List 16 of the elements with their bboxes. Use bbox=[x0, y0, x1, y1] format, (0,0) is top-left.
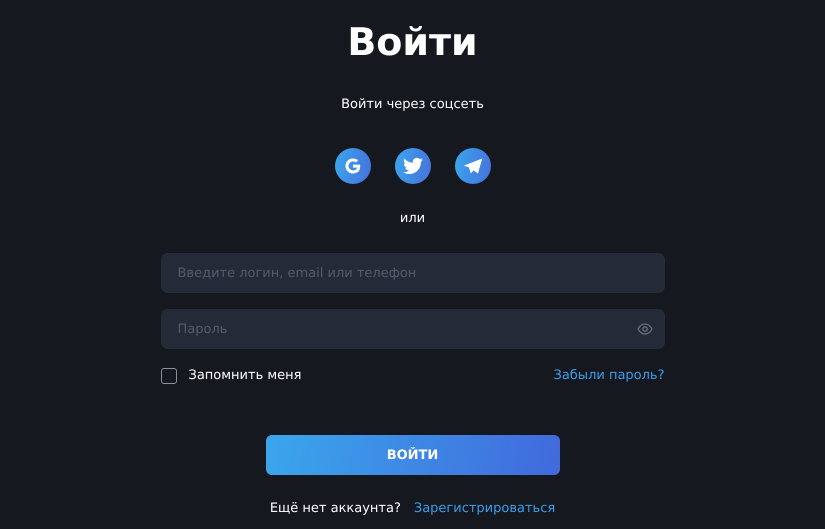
remember-label: Запомнить меня bbox=[188, 367, 302, 385]
telegram-button[interactable] bbox=[454, 148, 490, 184]
twitter-button[interactable] bbox=[394, 148, 430, 184]
google-button[interactable] bbox=[334, 148, 370, 184]
page-title: Войти bbox=[347, 19, 478, 66]
google-icon bbox=[344, 157, 362, 175]
paper-plane-icon bbox=[462, 157, 482, 175]
signup-prompt: Ещё нет аккаунта? bbox=[270, 500, 401, 518]
bird-icon bbox=[402, 157, 422, 175]
signup-link[interactable]: Зарегистрироваться bbox=[414, 500, 556, 518]
or-divider-text: или bbox=[400, 210, 426, 228]
remember-checkbox[interactable] bbox=[160, 368, 176, 384]
social-login-label: Войти через соцсеть bbox=[341, 96, 484, 114]
eye-icon[interactable] bbox=[636, 323, 652, 335]
forgot-password-link[interactable]: Забыли пароль? bbox=[553, 367, 664, 385]
login-button[interactable]: ВОЙТИ bbox=[266, 435, 560, 475]
